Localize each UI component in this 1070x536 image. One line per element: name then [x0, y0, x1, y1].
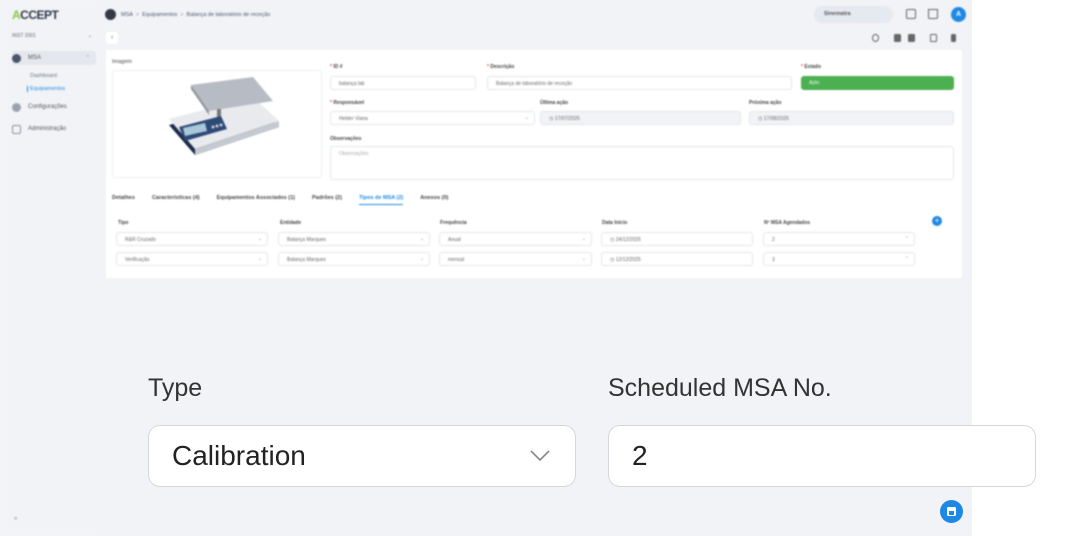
last-action-label: Última ação: [540, 100, 569, 106]
row-frequency-select[interactable]: Anual ⌄: [439, 232, 592, 246]
tab-equipamentos-associados[interactable]: Equipamentos Associados (1): [217, 195, 295, 205]
responsible-select[interactable]: Helder Viana ⌄: [330, 111, 535, 125]
tab-bar: Detalhes Características (4) Equipamento…: [112, 195, 465, 205]
scale-image: [169, 77, 279, 155]
description-field[interactable]: Balança de laboratório de receção: [487, 76, 792, 90]
gear-icon: [12, 102, 21, 112]
collapse-sidebar-icon[interactable]: «: [14, 516, 17, 522]
breadcrumb-separator: >: [135, 11, 140, 18]
sidebar-item-msa[interactable]: MSA ⌃: [12, 51, 96, 65]
sidebar-subitem-equipamentos[interactable]: Equipamentos: [27, 86, 65, 92]
chevron-down-icon: ⌄: [419, 236, 424, 242]
description-label: * Descrição: [487, 64, 515, 70]
row-frequency-select[interactable]: mensal ⌄: [439, 252, 592, 266]
tab-detalhes[interactable]: Detalhes: [112, 195, 135, 205]
chevron-down-icon: ⌄: [419, 256, 424, 262]
observations-label: Observações: [330, 136, 362, 142]
type-select[interactable]: Calibration: [148, 425, 576, 487]
workspace-selector[interactable]: INST 2001 ⌄: [12, 33, 92, 39]
app-logo[interactable]: ACCEPT: [12, 8, 59, 22]
equipment-card: Imagem * ID # balança lab * Descrição Ba…: [106, 50, 962, 278]
type-label: Type: [148, 374, 203, 402]
equipment-image[interactable]: [112, 70, 322, 178]
last-action-field: ◷ 17/07/2025: [540, 111, 741, 125]
topbar: MSA > Equipamentos > Balança de laborató…: [100, 0, 972, 30]
sidebar-item-configuracoes[interactable]: Configurações: [12, 100, 96, 114]
column-header-frequency: Frequência: [440, 220, 467, 226]
hierarchy-icon[interactable]: [928, 9, 938, 19]
company-selector[interactable]: Sinematra: [814, 6, 893, 23]
column-header-type: Tipo: [118, 220, 129, 226]
chevron-down-icon: ⌄: [581, 256, 586, 262]
column-header-entity: Entidade: [280, 220, 302, 226]
chevron-down-icon: ⌄: [87, 33, 92, 39]
delete-icon[interactable]: [951, 34, 956, 42]
row-scheduled-input[interactable]: 3 ⌃: [763, 252, 915, 266]
row-entity-select[interactable]: Balança Marques ⌄: [278, 232, 430, 246]
sidebar-item-label: Configurações: [28, 104, 67, 110]
responsible-label: * Responsável: [330, 100, 365, 106]
history-icon[interactable]: [872, 34, 879, 42]
zoom-callout: Type Calibration Scheduled MSA No. 2: [140, 360, 1050, 500]
chevron-up-icon: ⌃: [85, 55, 90, 61]
id-label: * ID #: [330, 64, 343, 70]
add-row-button[interactable]: +: [932, 216, 942, 226]
admin-icon: [12, 124, 21, 134]
breadcrumb: MSA > Equipamentos > Balança de laborató…: [105, 9, 270, 20]
row-start-date[interactable]: ◷ 24/12/2025: [601, 232, 753, 246]
status-label: * Estado: [801, 64, 822, 70]
next-action-label: Próxima ação: [749, 100, 782, 106]
workspace-label: INST 2001: [12, 33, 36, 39]
breadcrumb-item[interactable]: MSA: [121, 12, 133, 18]
sidebar-item-label: MSA: [28, 55, 42, 61]
calendar-icon[interactable]: [906, 9, 916, 19]
sidebar-item-label: Administração: [28, 126, 67, 132]
sidebar-subitem-dashboard[interactable]: Dashboard: [30, 73, 57, 79]
copy-icon[interactable]: [930, 34, 937, 42]
tab-padroes[interactable]: Padrões (2): [312, 195, 342, 205]
row-type-select[interactable]: Verificação ⌄: [116, 252, 268, 266]
breadcrumb-current: Balança de laboratório de receção: [186, 11, 271, 18]
row-entity-select[interactable]: Balança Marques ⌄: [278, 252, 430, 266]
chevron-down-icon: ⌄: [581, 236, 586, 242]
back-button[interactable]: ‹: [106, 32, 118, 44]
sidebar-item-administracao[interactable]: Administração: [12, 122, 96, 136]
chevron-down-icon: [530, 450, 550, 462]
next-action-field: ◷ 17/08/2025: [749, 111, 954, 125]
type-select-value: Calibration: [172, 440, 306, 471]
image-label: Imagem: [112, 59, 132, 65]
stepper-icon: ⌃: [904, 256, 909, 262]
msa-icon: [12, 53, 21, 63]
scheduled-msa-input[interactable]: 2: [608, 425, 1036, 487]
sidebar: ACCEPT INST 2001 ⌄ MSA ⌃ Dashboard Equip…: [0, 0, 100, 536]
chevron-down-icon: ⌄: [257, 236, 262, 242]
breadcrumb-item[interactable]: Equipamentos: [142, 12, 177, 18]
chevron-down-icon: ⌄: [257, 256, 262, 262]
column-header-start-date: Data Início: [602, 220, 628, 226]
column-header-scheduled: Nº MSA Agendados: [764, 220, 811, 226]
row-start-date[interactable]: ◷ 12/12/2025: [601, 252, 753, 266]
document-icon[interactable]: [894, 34, 901, 42]
avatar[interactable]: A: [951, 7, 966, 22]
tab-caracteristicas[interactable]: Características (4): [152, 195, 200, 205]
observations-textarea[interactable]: Observações: [330, 146, 954, 180]
scheduled-msa-label: Scheduled MSA No.: [608, 374, 832, 402]
save-button[interactable]: [940, 500, 963, 523]
chevron-down-icon: ⌄: [524, 115, 529, 121]
company-logo-icon: [105, 9, 116, 20]
stepper-icon: ⌃: [904, 236, 909, 242]
row-type-select[interactable]: R&R Cruzado ⌄: [116, 232, 268, 246]
tab-anexos[interactable]: Anexos (0): [420, 195, 448, 205]
status-select[interactable]: Apto: [801, 76, 954, 90]
row-scheduled-input[interactable]: 2 ⌃: [763, 232, 915, 246]
id-field[interactable]: balança lab: [330, 76, 476, 90]
user-icon[interactable]: [908, 34, 915, 42]
breadcrumb-separator: >: [180, 11, 184, 18]
tab-tipos-msa[interactable]: Tipos de MSA (2): [358, 195, 404, 205]
